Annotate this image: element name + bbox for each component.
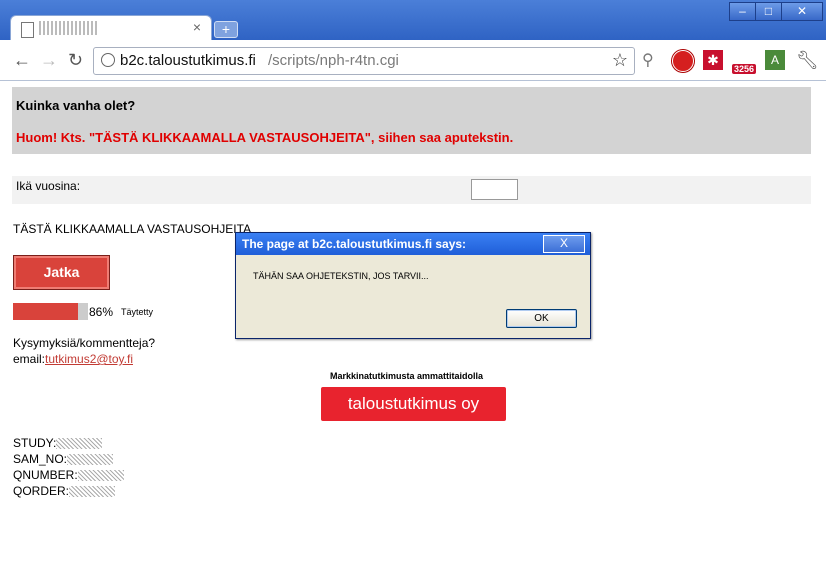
forward-icon[interactable]: → xyxy=(40,50,58,71)
meta-sam-no-label: SAM_NO: xyxy=(13,452,68,466)
question-box: Kuinka vanha olet? Huom! Kts. "TÄSTÄ KLI… xyxy=(12,87,811,154)
lastpass-icon[interactable]: ✱ xyxy=(703,50,723,70)
mail-extension-icon[interactable]: 3256 xyxy=(732,50,758,74)
page-icon xyxy=(21,22,34,38)
new-tab-button[interactable]: + xyxy=(214,21,238,38)
meta-qnumber: QNUMBER: xyxy=(13,468,124,482)
dialog-titlebar: The page at b2c.taloustutkimus.fi says: … xyxy=(236,233,590,255)
meta-qnumber-label: QNUMBER: xyxy=(13,468,78,482)
bookmark-star-icon[interactable]: ☆ xyxy=(612,50,628,71)
window-titlebar: × + – □ ✕ xyxy=(0,0,826,43)
company-logo: taloustutkimus oy xyxy=(321,387,506,421)
adblock-icon[interactable] xyxy=(672,50,694,72)
redacted-value xyxy=(77,470,124,482)
age-row: Ikä vuosina: xyxy=(12,176,811,204)
contact-question: Kysymyksiä/kommentteja? xyxy=(13,336,156,350)
age-input[interactable] xyxy=(471,179,518,200)
meta-study: STUDY: xyxy=(13,436,103,450)
maximize-button[interactable]: □ xyxy=(755,2,782,21)
browser-tab[interactable]: × xyxy=(10,15,212,43)
url-path: /scripts/nph-r4tn.cgi xyxy=(268,52,399,69)
address-bar[interactable]: b2c.taloustutkimus.fi /scripts/nph-r4tn.… xyxy=(93,47,635,75)
search-icon[interactable]: ⚲ xyxy=(642,50,662,70)
tab-close-icon[interactable]: × xyxy=(193,19,201,35)
alert-dialog: The page at b2c.taloustutkimus.fi says: … xyxy=(235,232,591,339)
back-icon[interactable]: ← xyxy=(13,50,31,71)
company-tagline: Markkinatutkimusta ammattitaidolla xyxy=(330,371,484,381)
question-title: Kuinka vanha olet? xyxy=(16,98,136,113)
next-button[interactable]: Jatka xyxy=(13,255,110,290)
meta-study-label: STUDY: xyxy=(13,436,57,450)
progress-label: Täytetty xyxy=(121,307,154,317)
dialog-message: TÄHÄN SAA OHJETEKSTIN, JOS TARVII... xyxy=(253,271,429,281)
dialog-ok-button[interactable]: OK xyxy=(506,309,577,328)
url-host: b2c.taloustutkimus.fi xyxy=(120,52,256,69)
meta-qorder-label: QORDER: xyxy=(13,484,70,498)
mail-count-badge: 3256 xyxy=(732,64,757,74)
progress-bar xyxy=(13,303,88,320)
wrench-icon[interactable]: 🔧︎ xyxy=(796,50,819,70)
translate-icon[interactable]: A xyxy=(765,50,785,70)
dialog-title: The page at b2c.taloustutkimus.fi says: xyxy=(242,237,467,251)
meta-sam-no: SAM_NO: xyxy=(13,452,114,466)
redacted-value xyxy=(69,486,116,498)
age-label: Ikä vuosina: xyxy=(16,179,81,193)
redacted-value xyxy=(67,454,114,466)
close-window-button[interactable]: ✕ xyxy=(781,2,823,21)
email-link[interactable]: tutkimus2@toy.fi xyxy=(45,352,133,366)
dialog-close-button[interactable]: X xyxy=(543,235,585,253)
minimize-button[interactable]: – xyxy=(729,2,756,21)
email-label: email: xyxy=(13,352,46,366)
tab-title xyxy=(39,21,99,35)
reload-icon[interactable]: ↻ xyxy=(68,50,83,71)
progress-percent: 86% xyxy=(89,305,114,319)
progress-fill xyxy=(13,303,78,320)
help-link[interactable]: TÄSTÄ KLIKKAAMALLA VASTAUSOHJEITA xyxy=(13,222,251,236)
question-note: Huom! Kts. "TÄSTÄ KLIKKAAMALLA VASTAUSOH… xyxy=(16,130,514,145)
contact-email-row: email:tutkimus2@toy.fi xyxy=(13,352,133,366)
redacted-value xyxy=(56,438,103,450)
globe-icon xyxy=(101,53,115,67)
meta-qorder: QORDER: xyxy=(13,484,116,498)
